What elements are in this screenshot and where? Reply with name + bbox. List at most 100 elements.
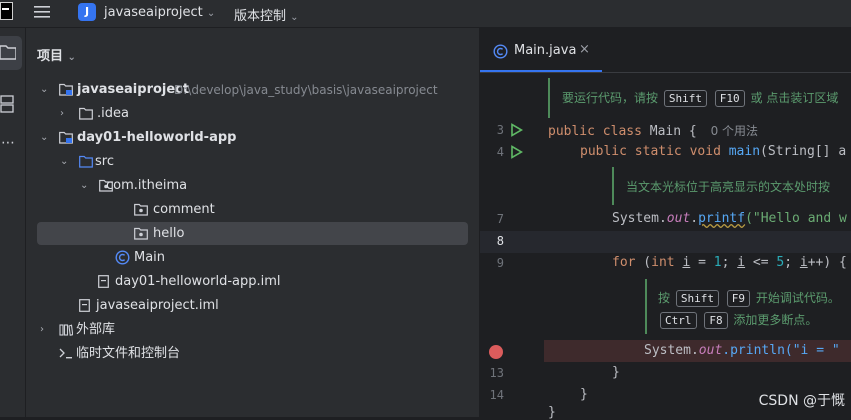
tree-label: .idea (97, 106, 129, 121)
tree-label: javaseaiproject.iml (96, 298, 219, 313)
debug-tip: 按 Shift F9 开始调试代码。 (658, 289, 840, 307)
module-folder-icon (59, 83, 73, 96)
line-number: 9 (496, 256, 504, 270)
keyword: class (602, 124, 642, 139)
line-number: 13 (489, 366, 504, 380)
method-name: printf (698, 211, 746, 226)
method-name: main (728, 144, 761, 159)
current-line-highlight (480, 231, 851, 253)
tool-window-strip (0, 28, 26, 417)
watermark: CSDN @于慨 (758, 393, 845, 409)
static-field: out (666, 211, 691, 226)
main-menu-icon[interactable] (33, 5, 51, 19)
project-badge[interactable]: J (78, 3, 96, 21)
project-switcher[interactable]: javaseaiproject ⌄ (104, 5, 215, 20)
java-class-icon (115, 250, 130, 265)
usages-hint[interactable]: 0 个用法 (711, 124, 758, 138)
shortcut-key: F10 (714, 90, 745, 107)
chevron-down-icon: ⌄ (67, 52, 76, 63)
editor-tab-main[interactable]: Main.java × (480, 28, 602, 72)
code-text: ; (721, 255, 738, 270)
folder-icon (0, 45, 16, 60)
code-line-printf[interactable]: System.out.printf("Hello and w (612, 211, 847, 226)
code-line-brace[interactable]: } (580, 387, 588, 402)
doc-tip-bar (645, 279, 647, 334)
line-number: 3 (496, 123, 504, 137)
run-gutter-icon[interactable] (510, 145, 523, 159)
close-tab-icon[interactable]: × (579, 42, 590, 57)
panel-title-text: 项目 (37, 49, 64, 64)
string-literal: ("Hello and w (745, 211, 847, 226)
tip-text: 或 点击装订区域 (750, 91, 839, 105)
shortcut-key: Shift (675, 290, 719, 307)
code-text: ++) { (807, 255, 847, 270)
doc-tip-bar (548, 78, 550, 118)
chevron-down-icon[interactable]: ⌄ (40, 127, 50, 149)
line-number: 4 (496, 145, 504, 159)
run-gutter-icon[interactable] (510, 123, 523, 137)
chevron-down-icon: ⌄ (290, 12, 299, 23)
line-number: 14 (489, 388, 504, 402)
folder-icon (79, 107, 93, 120)
keyword: static (634, 144, 682, 159)
code-text: <= (745, 255, 777, 270)
doc-tip-bar (612, 167, 614, 205)
scratches-console-icon (59, 348, 72, 359)
tip-text: 要运行代码，请按 (562, 91, 659, 105)
code-line-brace[interactable]: } (612, 365, 620, 380)
chevron-right-icon[interactable]: › (40, 319, 50, 341)
keyword: for (612, 255, 636, 270)
java-class-icon (493, 44, 508, 59)
breakpoint-icon[interactable] (488, 344, 504, 360)
library-icon (59, 324, 73, 336)
breakpoint-tip: Ctrl F8 添加更多断点。 (658, 311, 817, 329)
tree-label: hello (153, 226, 185, 241)
code-line-for[interactable]: for (int i = 1; i <= 5; i++) { (612, 255, 847, 270)
project-panel-title[interactable]: 项目 ⌄ (37, 45, 76, 64)
package-icon (134, 203, 148, 216)
tree-label: 临时文件和控制台 (76, 346, 181, 361)
chevron-down-icon[interactable]: ⌄ (80, 175, 90, 197)
vcs-menu[interactable]: 版本控制 ⌄ (234, 5, 299, 24)
tree-label: day01-helloworld-app (77, 130, 237, 145)
source-folder-icon (79, 155, 93, 168)
tree-label: com.itheima (106, 178, 188, 193)
shortcut-key: Ctrl (660, 312, 697, 329)
code-line-println[interactable]: System.out.println("i = " (644, 343, 840, 358)
tree-label: src (95, 154, 114, 169)
code-line-brace[interactable]: } (548, 405, 556, 420)
highlight-tip: 当文本光标位于高亮显示的文本处时按 (626, 180, 831, 194)
tree-label: day01-helloworld-app.iml (115, 274, 281, 289)
code-text: ( (635, 255, 652, 270)
run-tip: 要运行代码，请按 Shift F10 或 点击装订区域 (562, 89, 838, 107)
class-name: Main { (649, 124, 697, 139)
chevron-down-icon[interactable]: ⌄ (40, 79, 50, 101)
code-text: = (690, 255, 714, 270)
keyword: public (548, 124, 595, 139)
variable: i (737, 255, 746, 270)
tree-label: javaseaiproject (77, 82, 190, 97)
file-icon (79, 299, 90, 312)
tree-label: 外部库 (76, 322, 116, 337)
code-text: System. (644, 343, 699, 358)
tip-text: 按 (658, 291, 671, 305)
app-logo-icon (0, 2, 13, 20)
shortcut-key: F8 (704, 312, 728, 329)
tip-text: 添加更多断点。 (733, 313, 818, 327)
structure-icon[interactable] (0, 95, 14, 113)
line-number: 7 (496, 212, 504, 226)
code-text: . (690, 211, 699, 226)
code-text: (String[] a (760, 144, 847, 159)
more-tools-icon[interactable]: ⋯ (1, 135, 16, 151)
static-field: out (698, 343, 723, 358)
code-line-class[interactable]: public class Main { 0 个用法 (548, 122, 758, 139)
code-text: ; (784, 255, 800, 270)
selected-row-highlight (37, 222, 468, 245)
method-call: .println("i = " (722, 343, 840, 358)
chevron-right-icon[interactable]: › (60, 103, 70, 125)
vcs-label: 版本控制 (234, 9, 287, 24)
keyword: void (689, 144, 721, 159)
code-line-main[interactable]: public static void main(String[] a (580, 144, 846, 159)
keyword: public (580, 144, 627, 159)
chevron-down-icon[interactable]: ⌄ (60, 151, 70, 173)
